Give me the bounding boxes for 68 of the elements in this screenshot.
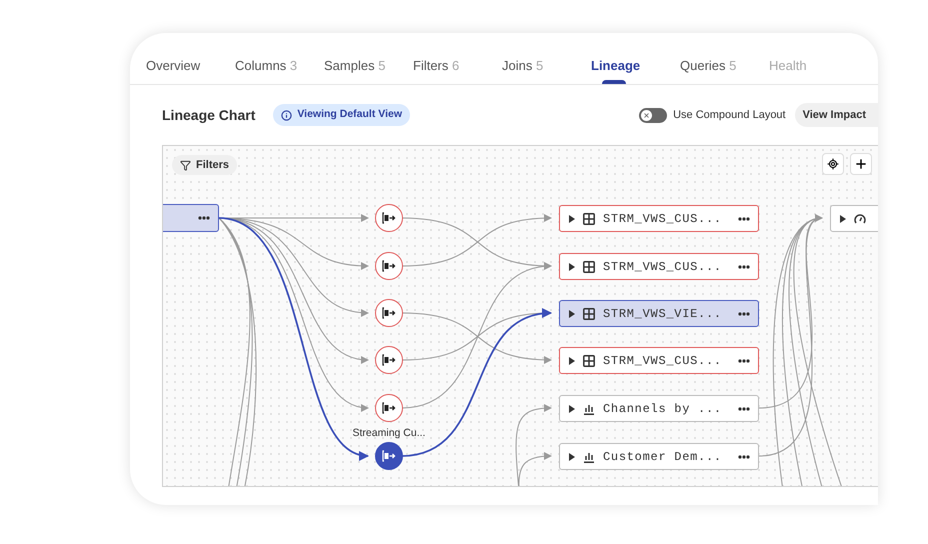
gauge-icon: [854, 214, 866, 224]
node-label: Streaming Cu...: [352, 426, 426, 441]
recenter-button[interactable]: [822, 153, 844, 175]
stream-node[interactable]: [375, 442, 403, 470]
node-name: STRM_VWS_CUS...: [603, 258, 722, 276]
stream-icon: [382, 260, 396, 272]
node-name: STRM_VWS_VIE...: [603, 306, 722, 322]
dataset-node[interactable]: STRM_VWS_CUS...: [559, 205, 759, 232]
crosshair-icon: [827, 158, 839, 170]
dataset-node[interactable]: STRM_VWS_CUS...: [559, 253, 759, 280]
more-icon[interactable]: [738, 358, 750, 362]
section-title: Lineage Chart: [162, 106, 256, 125]
caret-icon[interactable]: [569, 452, 575, 460]
more-icon[interactable]: [738, 312, 750, 316]
dataset-node[interactable]: Customer Dem...: [559, 443, 759, 470]
plus-icon: [854, 157, 868, 171]
stream-node[interactable]: [375, 299, 403, 327]
bar-chart-icon: [583, 450, 595, 462]
info-icon: [281, 110, 292, 120]
zoom-in-button[interactable]: [850, 153, 872, 175]
table-icon: [583, 354, 595, 366]
stream-icon: [382, 402, 396, 414]
tab[interactable]: Joins 5: [502, 47, 591, 84]
table-icon: [583, 212, 595, 224]
stream-node[interactable]: [375, 394, 403, 422]
tab[interactable]: Overview: [146, 47, 235, 84]
tab[interactable]: Filters 6: [413, 47, 502, 84]
view-impact-button[interactable]: View Impact: [794, 103, 878, 127]
node-name: STRM_VWS_CUS...: [603, 352, 722, 370]
caret-icon[interactable]: [569, 356, 575, 364]
dataset-node[interactable]: Channels by ...: [559, 395, 759, 422]
node-name: Channels by ...: [603, 400, 722, 418]
filters-button[interactable]: Filters: [172, 155, 238, 175]
more-icon[interactable]: [738, 216, 750, 220]
tab[interactable]: Queries 5: [680, 47, 769, 84]
node-name: STRM_VWS_CUS...: [603, 210, 722, 228]
stream-icon: [382, 450, 396, 462]
tab[interactable]: Samples 5: [324, 47, 413, 84]
node-name: Customer Dem...: [603, 448, 722, 466]
tab[interactable]: Columns 3: [235, 47, 324, 84]
toggle-label: Use Compound Layout: [673, 108, 786, 123]
more-icon[interactable]: [738, 454, 750, 458]
tab[interactable]: Lineage: [591, 47, 680, 84]
caret-icon[interactable]: [569, 310, 575, 318]
stream-node[interactable]: [375, 252, 403, 280]
stream-node[interactable]: [375, 346, 403, 374]
caret-icon[interactable]: [569, 262, 575, 270]
view-badge: Viewing Default View: [273, 104, 410, 126]
stream-node[interactable]: [375, 204, 403, 232]
caret-icon[interactable]: [840, 214, 846, 222]
dataset-node[interactable]: STRM_VWS_VIE...: [559, 300, 759, 327]
source-node[interactable]: [163, 204, 219, 232]
table-icon: [583, 308, 595, 320]
tab-indicator: [602, 80, 626, 84]
table-icon: [583, 260, 595, 272]
more-icon[interactable]: [738, 264, 750, 268]
bar-chart-icon: [583, 402, 595, 414]
stream-icon: [382, 354, 396, 366]
filter-icon: [180, 160, 191, 170]
stream-icon: [382, 212, 396, 224]
stream-icon: [382, 307, 396, 319]
close-icon: [643, 112, 650, 118]
more-icon[interactable]: [198, 216, 210, 220]
dataset-node[interactable]: STRM_VWS_CUS...: [559, 347, 759, 374]
more-icon[interactable]: [738, 406, 750, 410]
toggle-switch[interactable]: [639, 108, 668, 122]
caret-icon[interactable]: [569, 404, 575, 412]
caret-icon[interactable]: [569, 214, 575, 222]
